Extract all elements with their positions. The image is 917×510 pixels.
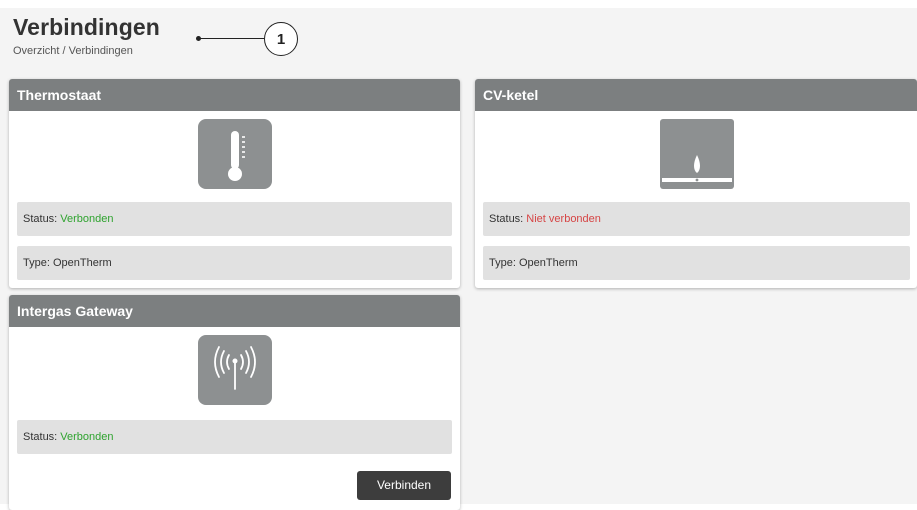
status-value-connected: Verbonden: [60, 213, 114, 225]
cv-ketel-card: CV-ketel Status: Niet verbonden Type: Op…: [475, 79, 917, 288]
gateway-card: Intergas Gateway Status: Verbonden Verbi…: [9, 295, 460, 510]
thermostaat-status-row: Status: Verbonden: [17, 202, 452, 236]
page-title: Verbindingen: [13, 14, 160, 40]
cv-ketel-type-row: Type: OpenTherm: [483, 246, 910, 280]
thermostaat-card-title: Thermostaat: [9, 79, 460, 111]
gateway-card-title: Intergas Gateway: [9, 295, 460, 327]
callout-pointer-line: [200, 38, 264, 39]
status-label: Status:: [489, 213, 527, 225]
thermometer-icon: [198, 119, 272, 189]
boiler-flame-icon: [660, 119, 734, 189]
antenna-signal-icon: [198, 335, 272, 405]
verbinden-button[interactable]: Verbinden: [357, 471, 451, 500]
cv-ketel-status-row: Status: Niet verbonden: [483, 202, 910, 236]
status-value-disconnected: Niet verbonden: [526, 213, 601, 225]
thermostaat-type-row: Type: OpenTherm: [17, 246, 452, 280]
status-label: Status:: [23, 431, 61, 443]
gateway-status-row: Status: Verbonden: [17, 420, 452, 454]
status-label: Status:: [23, 213, 61, 225]
callout-number-badge: 1: [264, 22, 298, 56]
cv-ketel-card-title: CV-ketel: [475, 79, 917, 111]
thermostaat-card: Thermostaat Status: Verbonden Type: Open…: [9, 79, 460, 288]
status-value-connected: Verbonden: [60, 431, 114, 443]
breadcrumb: Overzicht / Verbindingen: [13, 45, 133, 57]
